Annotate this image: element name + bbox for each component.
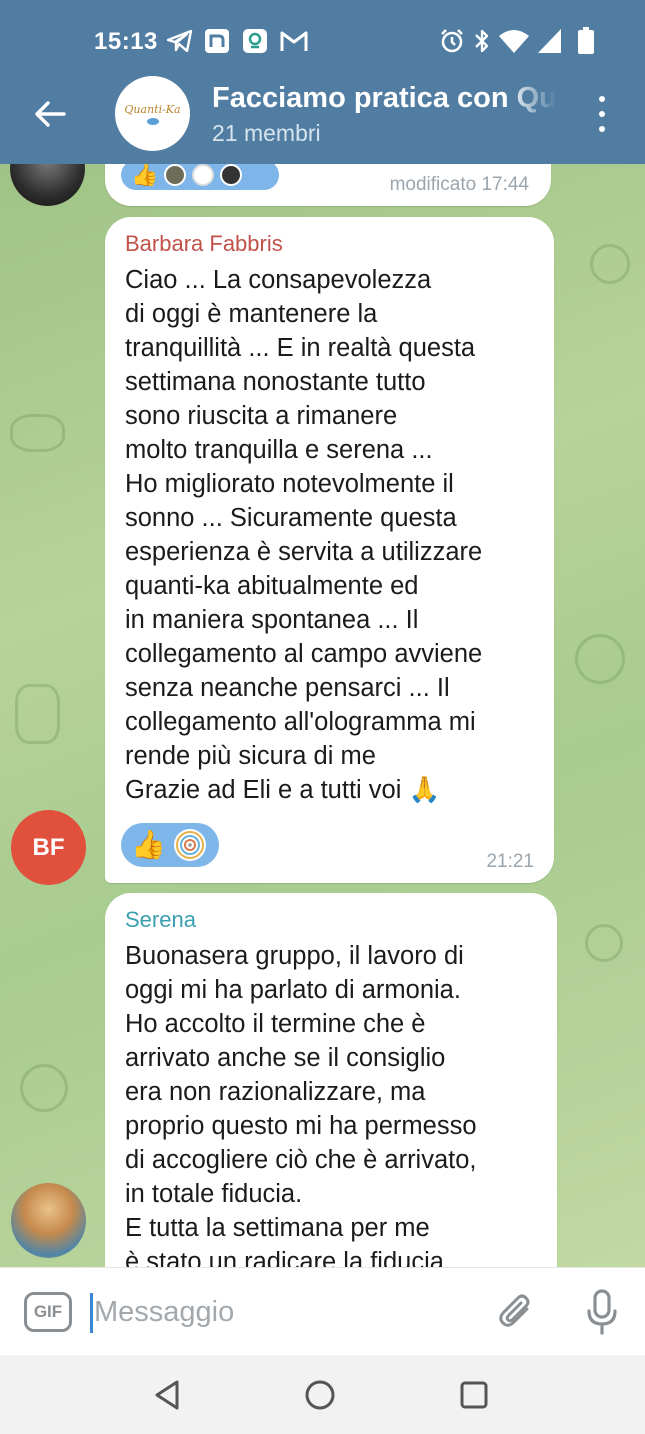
- back-button[interactable]: [28, 94, 72, 134]
- message-input-bar: GIF: [0, 1267, 645, 1355]
- group-avatar-logo: Quanti-Ka: [124, 102, 181, 116]
- text-cursor: [90, 1293, 93, 1333]
- message-time: 21:21: [486, 851, 534, 872]
- avatar-bf[interactable]: BF: [11, 810, 86, 885]
- more-vert-icon[interactable]: [588, 96, 616, 132]
- chat-area[interactable]: 👍 modificato 17:44 Barbara Fabbris Ciao …: [0, 164, 645, 1267]
- reaction-bar[interactable]: 👍: [121, 823, 219, 867]
- wallpaper-doodle: [20, 1064, 68, 1112]
- status-time: 15:13: [94, 28, 158, 55]
- message-bubble[interactable]: Barbara Fabbris Ciao ... La consapevolez…: [105, 217, 554, 883]
- nav-back-button[interactable]: [147, 1375, 187, 1415]
- message-bubble[interactable]: 👍 modificato 17:44: [105, 164, 551, 206]
- nav-recents-button[interactable]: [454, 1375, 494, 1415]
- sender-name[interactable]: Serena: [125, 907, 196, 933]
- avatar-serena[interactable]: [11, 1183, 86, 1258]
- signal-icon: [535, 28, 563, 54]
- logo-eye-icon: [146, 117, 159, 125]
- wallpaper-doodle: [585, 924, 623, 962]
- telegram-icon: [166, 28, 194, 54]
- bluetooth-icon: [472, 28, 492, 54]
- gmail-icon: [279, 28, 309, 54]
- battery-icon: [576, 27, 596, 54]
- microphone-icon: [587, 1289, 617, 1335]
- reactor-avatar: [192, 164, 215, 186]
- status-bar: 15:13: [0, 0, 645, 80]
- reactor-avatar: [164, 164, 187, 186]
- message-time: modificato 17:44: [389, 174, 529, 195]
- spiral-icon[interactable]: [173, 829, 206, 861]
- system-nav-bar: [0, 1355, 645, 1434]
- attach-button[interactable]: [495, 1290, 539, 1334]
- back-triangle-icon: [155, 1380, 179, 1410]
- home-circle-icon: [305, 1380, 335, 1410]
- chat-title[interactable]: Facciamo pratica con Quanti-Ka: [212, 82, 557, 115]
- thumbs-up-icon: 👍: [131, 164, 159, 187]
- member-count: 21 membri: [212, 120, 321, 146]
- wallpaper-doodle: [590, 244, 630, 284]
- wallpaper-doodle: [15, 684, 60, 744]
- group-avatar[interactable]: Quanti-Ka: [115, 76, 190, 151]
- recents-square-icon: [460, 1381, 488, 1409]
- arrow-left-icon: [35, 101, 66, 127]
- notion-icon: [203, 28, 231, 54]
- reactor-avatar: [220, 164, 243, 186]
- wallpaper-doodle: [10, 414, 65, 452]
- mic-button[interactable]: [582, 1288, 622, 1336]
- reaction-bar[interactable]: 👍: [121, 164, 279, 190]
- message-bubble[interactable]: Serena Buonasera gruppo, il lavoro di og…: [105, 893, 557, 1267]
- wallpaper-doodle: [575, 634, 625, 684]
- thumbs-up-icon[interactable]: 👍: [131, 831, 166, 859]
- user-avatar[interactable]: [10, 164, 85, 206]
- maps-icon: [241, 28, 269, 54]
- message-text: Buonasera gruppo, il lavoro di oggi mi h…: [125, 942, 477, 1267]
- nav-home-button[interactable]: [300, 1375, 340, 1415]
- message-input[interactable]: [94, 1288, 474, 1336]
- gif-button[interactable]: GIF: [24, 1292, 72, 1332]
- wifi-icon: [498, 28, 530, 54]
- message-text: Ciao ... La consapevolezza di oggi è man…: [125, 266, 483, 804]
- alarm-icon: [438, 28, 466, 54]
- sender-name[interactable]: Barbara Fabbris: [125, 231, 283, 257]
- paperclip-icon: [499, 1294, 530, 1327]
- top-bar: 15:13 Quanti-Ka Facciamo pratica con Qu …: [0, 0, 645, 164]
